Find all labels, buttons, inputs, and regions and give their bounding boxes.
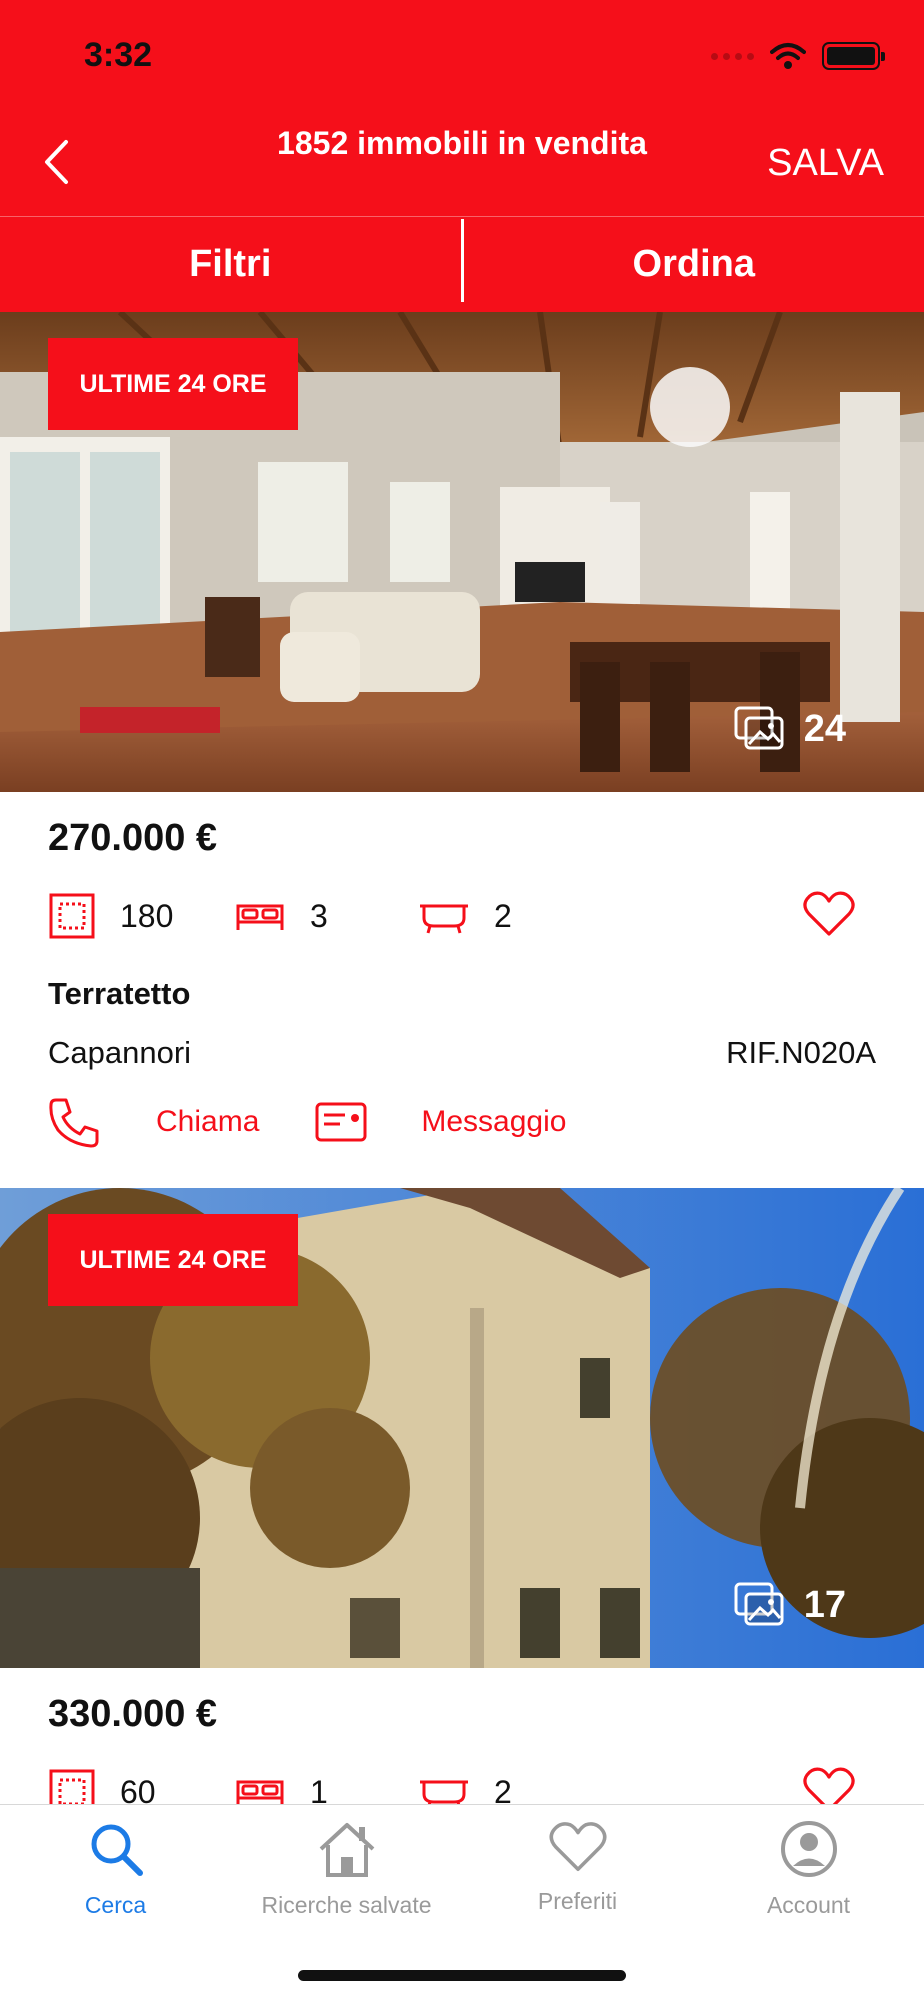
photo-gallery-icon [734, 706, 784, 750]
cellular-signal-icon [711, 52, 754, 60]
photo-count-value: 24 [803, 707, 846, 750]
new-listing-badge: ULTIME 24 ORE [48, 338, 298, 430]
surface-feature: 180 [48, 886, 173, 946]
property-reference: RIF.N020A [726, 1035, 876, 1070]
listing-photo[interactable]: ULTIME 24 ORE 17 [0, 1188, 924, 1668]
favorite-button[interactable] [802, 890, 856, 943]
tab-search[interactable]: Cerca [0, 1819, 231, 1919]
heart-icon [548, 1822, 607, 1871]
home-indicator[interactable] [298, 1970, 626, 1981]
property-city: Capannori [48, 1035, 192, 1070]
call-button[interactable]: Chiama [48, 1096, 259, 1148]
battery-icon [822, 42, 885, 70]
listing-price: 270.000 € [48, 817, 218, 859]
tab-label: Preferiti [537, 1888, 618, 1914]
message-button[interactable]: Messaggio [315, 1101, 566, 1143]
new-listing-badge: ULTIME 24 ORE [48, 1214, 298, 1306]
wifi-icon [770, 43, 806, 69]
listing-photo[interactable]: ULTIME 24 ORE 24 [0, 312, 924, 792]
message-label: Messaggio [421, 1105, 567, 1138]
surface-value: 180 [120, 897, 174, 934]
photo-count: 24 [734, 706, 846, 752]
listing-features: 180 3 2 [48, 886, 876, 946]
call-label: Chiama [156, 1105, 260, 1138]
app-header: 3:32 1852 immobili in vendita SALVA Filt… [0, 0, 924, 312]
bedrooms-value: 3 [310, 897, 328, 934]
surface-area-icon [49, 893, 95, 939]
status-time: 3:32 [84, 36, 153, 74]
heart-icon [803, 891, 855, 936]
bed-icon [236, 904, 284, 930]
tab-favorites[interactable]: Preferiti [462, 1819, 693, 1915]
tab-label: Account [766, 1892, 851, 1918]
bathrooms-feature: 2 [418, 886, 512, 946]
property-type: Terratetto [48, 976, 191, 1011]
bedrooms-feature: 3 [234, 886, 328, 946]
photo-gallery-icon [734, 1582, 784, 1626]
phone-icon [49, 1098, 99, 1148]
listing-price: 330.000 € [48, 1693, 218, 1735]
photo-count: 17 [734, 1582, 846, 1628]
filter-sort-bar: Filtri Ordina [0, 216, 924, 312]
tab-label: Cerca [84, 1892, 147, 1918]
message-card-icon [315, 1102, 367, 1142]
listing-card[interactable]: ULTIME 24 ORE 24 270.000 € 180 3 2 Terra… [0, 312, 924, 1188]
sort-button[interactable]: Ordina [464, 217, 924, 312]
search-icon [91, 1824, 143, 1876]
house-icon [319, 1823, 374, 1877]
filter-button[interactable]: Filtri [0, 217, 461, 312]
bathrooms-value: 2 [494, 897, 512, 934]
account-icon [780, 1821, 837, 1877]
tab-label: Ricerche salvate [261, 1892, 432, 1918]
bathtub-icon [420, 904, 468, 934]
listing-card[interactable]: ULTIME 24 ORE 17 330.000 € 60 1 2 [0, 1188, 924, 1815]
save-search-button[interactable]: SALVA [767, 142, 884, 185]
tab-saved-searches[interactable]: Ricerche salvate [231, 1819, 462, 1919]
tab-account[interactable]: Account [693, 1819, 924, 1919]
status-icons [711, 42, 885, 70]
photo-count-value: 17 [803, 1583, 846, 1626]
contact-actions: Chiama Messaggio [48, 1092, 566, 1152]
